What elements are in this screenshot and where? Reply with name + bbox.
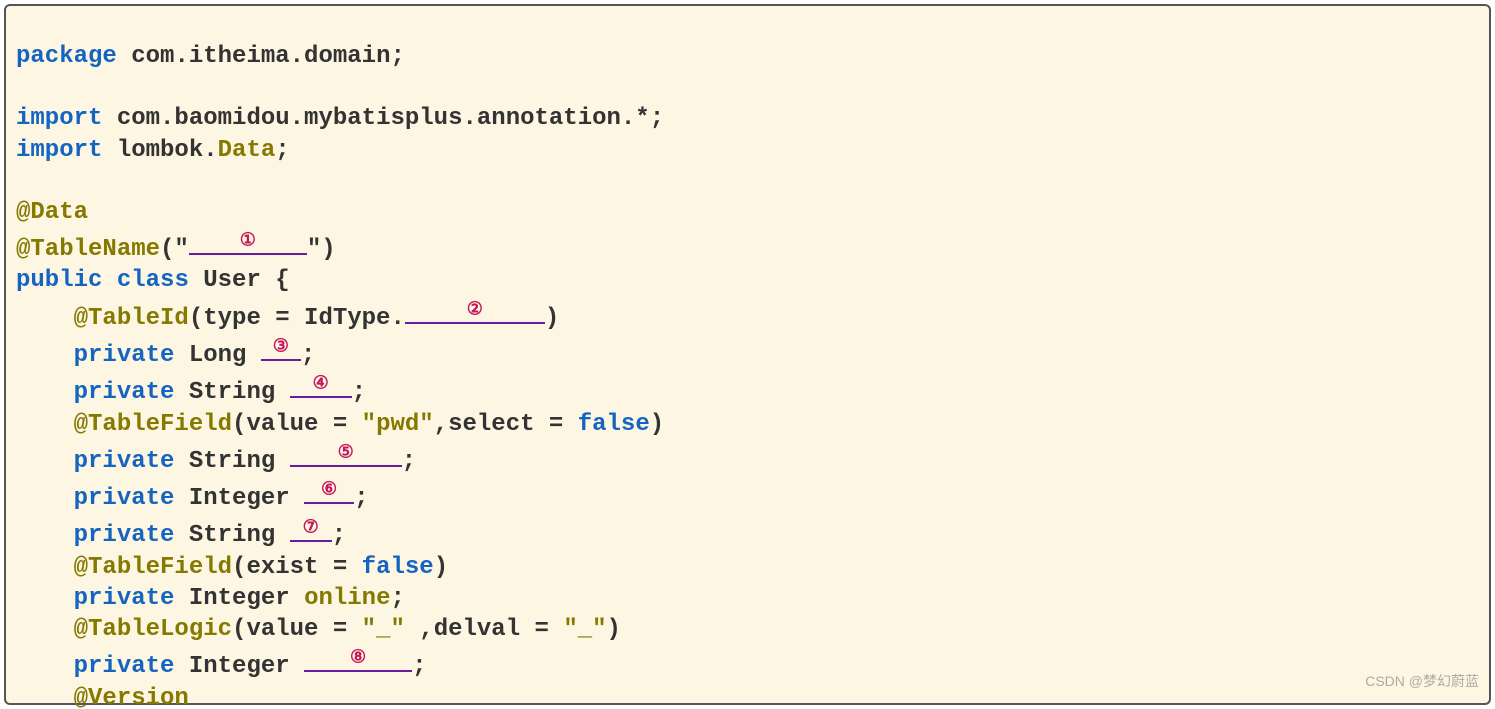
annotation-tableid: @TableId	[74, 305, 189, 332]
semi: ;	[402, 448, 416, 475]
blank-7: ⑦	[290, 514, 332, 541]
tl-f: )	[607, 616, 621, 643]
keyword-package: package	[16, 43, 117, 70]
semi: ;	[332, 523, 346, 550]
tf1-f: )	[650, 411, 664, 438]
annotation-version: @Version	[74, 685, 189, 709]
tl-b: (value =	[232, 616, 362, 643]
blank-8-number: ⑧	[350, 642, 366, 673]
tf1-b: (value =	[232, 411, 362, 438]
watermark: CSDN @梦幻蔚蓝	[1365, 666, 1479, 697]
tl-e: "_"	[563, 616, 606, 643]
blank-1-number: ①	[240, 225, 256, 256]
field-online: online	[304, 585, 390, 612]
package-name: com.itheima.domain;	[117, 43, 405, 70]
import-2c: ;	[275, 137, 289, 164]
tf1-d: ,select =	[434, 411, 578, 438]
annotation-tablelogic: @TableLogic	[74, 616, 232, 643]
blank-3-number: ③	[273, 330, 289, 361]
class-name: User {	[189, 267, 290, 294]
semi: ;	[352, 379, 366, 406]
annotation-tablename: @TableName	[16, 236, 160, 263]
import-2a: lombok.	[102, 137, 217, 164]
keyword-private: private	[74, 448, 175, 475]
blank-4-number: ④	[313, 368, 329, 399]
tf2-c: false	[362, 554, 434, 581]
semi: ;	[354, 485, 368, 512]
blank-2: ②	[405, 297, 545, 324]
keyword-private: private	[74, 379, 175, 406]
keyword-private: private	[74, 585, 175, 612]
code-block: package com.itheima.domain; import com.b…	[4, 4, 1491, 705]
type-integer: Integer	[174, 653, 304, 680]
keyword-private: private	[74, 653, 175, 680]
keyword-private: private	[74, 523, 175, 550]
type-integer: Integer	[174, 485, 304, 512]
tf1-e: false	[578, 411, 650, 438]
keyword-private: private	[74, 342, 175, 369]
blank-3: ③	[261, 334, 301, 361]
blank-5-number: ⑤	[338, 436, 354, 467]
type-string: String	[174, 448, 289, 475]
tableid-close: )	[545, 305, 559, 332]
import-1: com.baomidou.mybatisplus.annotation.*;	[102, 105, 664, 132]
keyword-import: import	[16, 105, 102, 132]
keyword-public: public	[16, 267, 102, 294]
tf2-d: )	[434, 554, 448, 581]
import-2b: Data	[218, 137, 276, 164]
blank-6-number: ⑥	[321, 474, 337, 505]
blank-2-number: ②	[467, 293, 483, 324]
semi: ;	[390, 585, 404, 612]
annotation-tablefield1: @TableField	[74, 411, 232, 438]
type-string: String	[174, 379, 289, 406]
tf2-b: (exist =	[232, 554, 362, 581]
semi: ;	[412, 653, 426, 680]
blank-4: ④	[290, 371, 352, 398]
keyword-private: private	[74, 485, 175, 512]
tableid-open: (type = IdType.	[189, 305, 405, 332]
blank-5: ⑤	[290, 440, 402, 467]
blank-6: ⑥	[304, 477, 354, 504]
type-string: String	[174, 523, 289, 550]
tablename-open: ("	[160, 236, 189, 263]
annotation-tablefield2: @TableField	[74, 554, 232, 581]
blank-7-number: ⑦	[303, 511, 319, 542]
blank-8: ⑧	[304, 645, 412, 672]
keyword-import: import	[16, 137, 102, 164]
annotation-data: @Data	[16, 199, 88, 226]
type-integer: Integer	[174, 585, 304, 612]
tablename-close: ")	[307, 236, 336, 263]
tf1-c: "pwd"	[362, 411, 434, 438]
blank-1: ①	[189, 228, 307, 255]
type-long: Long	[174, 342, 260, 369]
tl-c: "_"	[362, 616, 405, 643]
tl-d: ,delval =	[405, 616, 563, 643]
keyword-class: class	[117, 267, 189, 294]
semi: ;	[301, 342, 315, 369]
